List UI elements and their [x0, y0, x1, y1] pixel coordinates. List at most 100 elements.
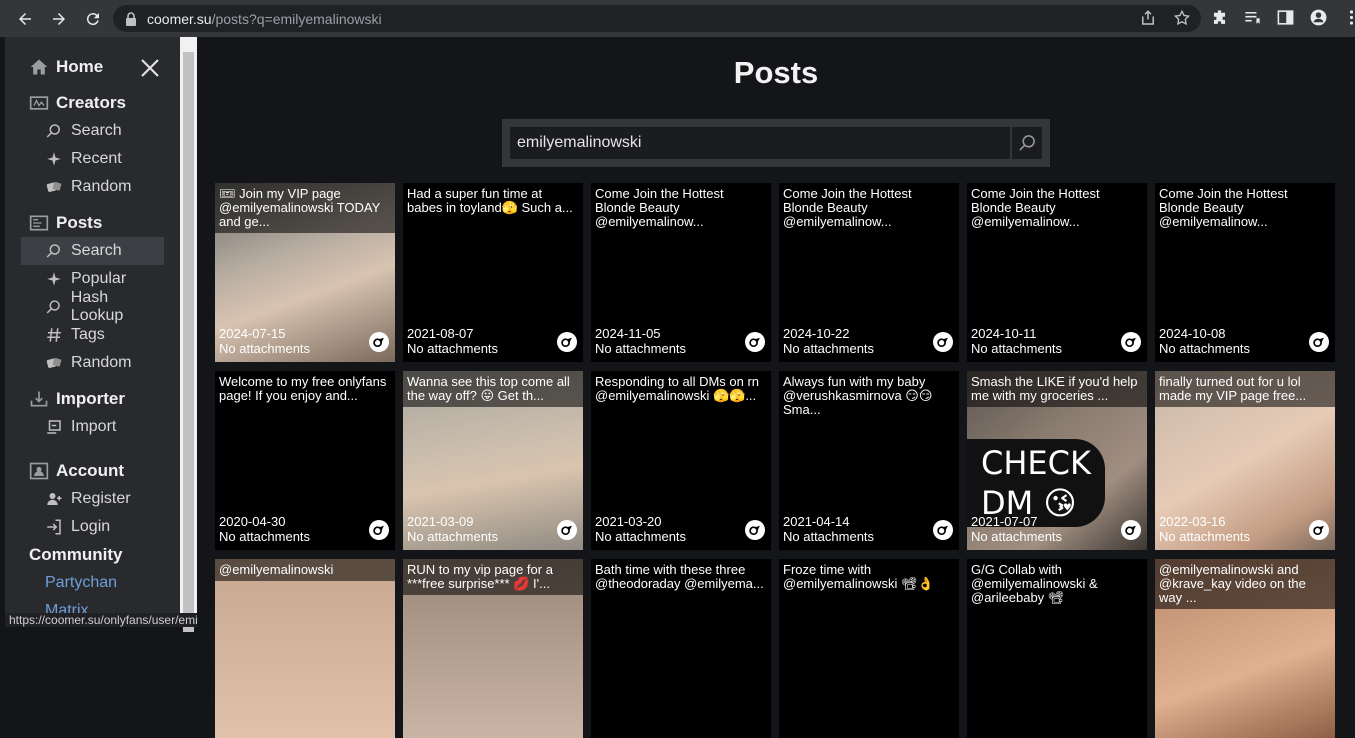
address-bar[interactable]: coomer.su/posts?q=emilyemalinowski	[113, 5, 1201, 32]
forward-icon[interactable]	[46, 6, 72, 32]
share-icon[interactable]	[1139, 9, 1157, 27]
close-icon[interactable]	[139, 57, 161, 79]
sidebar-section-label: Account	[56, 461, 124, 480]
bookmark-star-icon[interactable]	[1173, 9, 1191, 27]
onlyfans-service-icon	[1121, 520, 1141, 540]
sidebar-item-creators-search[interactable]: Search	[21, 117, 164, 145]
sidebar-item-label: Register	[71, 490, 131, 507]
post-card[interactable]: G/G Collab with @emilyemalinowski & @ari…	[967, 559, 1147, 738]
reading-list-icon[interactable]	[1243, 8, 1262, 27]
post-title: RUN to my vip page for a ***free surpris…	[403, 559, 583, 595]
post-card[interactable]: @emilyemalinowski and @krave_kay video o…	[1155, 559, 1335, 738]
post-card[interactable]: CHECK DM 😘 Smash the LIKE if you'd help m…	[967, 371, 1147, 550]
post-attachments: No attachments	[407, 341, 499, 356]
sidebar-item-posts-search[interactable]: Search	[21, 237, 164, 265]
onlyfans-service-icon	[933, 332, 953, 352]
sidebar-item-posts-random[interactable]: Random	[21, 349, 164, 377]
post-title: Welcome to my free onlyfans page! If you…	[219, 374, 387, 403]
post-date: 2022-03-16	[1159, 514, 1226, 529]
post-card[interactable]: 🎟 Join my VIP page @emilyemalinowski TOD…	[215, 183, 395, 362]
post-card[interactable]: Come Join the Hottest Blonde Beauty @emi…	[779, 183, 959, 362]
onlyfans-service-icon	[557, 520, 577, 540]
post-card[interactable]: Bath time with these three @theodoraday …	[591, 559, 771, 738]
sidebar-item-import[interactable]: Import	[21, 413, 164, 441]
sidebar-item-label: Recent	[71, 150, 122, 167]
sidebar-section-creators[interactable]: Creators	[29, 93, 126, 113]
post-card[interactable]: Always fun with my baby @verushkasmirnov…	[779, 371, 959, 550]
lock-icon[interactable]	[125, 11, 137, 26]
back-icon[interactable]	[12, 6, 38, 32]
sidebar-section-importer[interactable]: Importer	[29, 389, 125, 409]
post-card[interactable]: Had a super fun time at babes in toyland…	[403, 183, 583, 362]
post-attachments: No attachments	[595, 341, 687, 356]
search-input[interactable]	[510, 127, 1010, 159]
page-title: Posts	[733, 55, 819, 90]
post-footer: 2021-07-07 No attachments	[971, 514, 1062, 544]
sidebar-item-tags[interactable]: Tags	[21, 321, 164, 349]
extensions-icon[interactable]	[1210, 8, 1229, 27]
menu-kebab-icon[interactable]	[1342, 8, 1355, 27]
sidebar-link-partychan[interactable]: Partychan	[45, 574, 117, 592]
sidebar-home[interactable]: Home	[29, 57, 103, 77]
post-attachments: No attachments	[971, 341, 1063, 356]
sparkle-icon	[47, 272, 61, 286]
search-icon	[46, 244, 60, 258]
post-attachments: No attachments	[971, 529, 1063, 544]
sidebar-scrollbar[interactable]	[180, 37, 197, 632]
onlyfans-service-icon	[745, 520, 765, 540]
post-attachments: No attachments	[783, 529, 875, 544]
post-card[interactable]: Froze time with @emilyemalinowski 📽👌	[779, 559, 959, 738]
scrollbar-thumb[interactable]	[183, 52, 194, 632]
sidebar-section-posts[interactable]: Posts	[29, 213, 102, 233]
profile-icon[interactable]	[1309, 8, 1328, 27]
post-title: Bath time with these three @theodoraday …	[595, 562, 764, 591]
sidebar-item-login[interactable]: Login	[21, 513, 164, 541]
account-icon	[29, 462, 49, 480]
post-card[interactable]: Come Join the Hottest Blonde Beauty @emi…	[591, 183, 771, 362]
creators-icon	[29, 96, 49, 110]
post-card[interactable]: Responding to all DMs on rn @emilyemalin…	[591, 371, 771, 550]
post-date: 2021-07-07	[971, 514, 1038, 529]
post-title: Come Join the Hottest Blonde Beauty @emi…	[971, 186, 1100, 229]
post-title: finally turned out for u lol made my VIP…	[1155, 371, 1335, 407]
home-icon	[30, 59, 48, 75]
search-icon	[1019, 135, 1035, 151]
sparkle-icon	[47, 152, 61, 166]
onlyfans-service-icon	[745, 332, 765, 352]
sidebar-section-account[interactable]: Account	[29, 461, 124, 481]
sidebar-item-label: Search	[71, 242, 122, 259]
post-date: 2024-10-11	[971, 326, 1037, 341]
import-icon	[47, 420, 61, 434]
post-attachments: No attachments	[219, 341, 311, 356]
post-title: Responding to all DMs on rn @emilyemalin…	[595, 374, 760, 403]
post-card[interactable]: Come Join the Hottest Blonde Beauty @emi…	[1155, 183, 1335, 362]
sidebar-item-register[interactable]: Register	[21, 485, 164, 513]
sidebar-section-label: Importer	[56, 389, 125, 408]
post-card[interactable]: Come Join the Hottest Blonde Beauty @emi…	[967, 183, 1147, 362]
post-title: Come Join the Hottest Blonde Beauty @emi…	[1159, 186, 1288, 229]
onlyfans-service-icon	[933, 520, 953, 540]
post-card[interactable]: Welcome to my free onlyfans page! If you…	[215, 371, 395, 550]
url-text[interactable]: coomer.su/posts?q=emilyemalinowski	[147, 11, 382, 27]
post-thumbnail[interactable]	[215, 559, 395, 738]
sidebar-item-label: Hash Lookup	[70, 289, 124, 324]
sidebar-home-label: Home	[56, 57, 104, 76]
post-footer: 2024-07-15 No attachments	[219, 326, 310, 356]
onlyfans-service-icon	[1309, 520, 1329, 540]
post-attachments: No attachments	[1159, 529, 1251, 544]
sidebar-item-creators-random[interactable]: Random	[21, 173, 164, 201]
post-card[interactable]: @emilyemalinowski	[215, 559, 395, 738]
register-icon	[47, 493, 62, 505]
post-footer: 2024-10-08 No attachments	[1159, 326, 1250, 356]
sidebar-section-label: Posts	[56, 213, 103, 232]
search-button[interactable]	[1012, 127, 1042, 159]
onlyfans-service-icon	[1309, 332, 1329, 352]
side-panel-icon[interactable]	[1276, 8, 1295, 27]
sidebar-item-recent[interactable]: Recent	[21, 145, 164, 173]
post-card[interactable]: finally turned out for u lol made my VIP…	[1155, 371, 1335, 550]
post-footer: 2021-08-07 No attachments	[407, 326, 498, 356]
post-card[interactable]: RUN to my vip page for a ***free surpris…	[403, 559, 583, 738]
sidebar-item-hash-lookup[interactable]: Hash Lookup	[21, 289, 164, 324]
post-card[interactable]: Wanna see this top come all the way off?…	[403, 371, 583, 550]
reload-icon[interactable]	[80, 6, 106, 32]
